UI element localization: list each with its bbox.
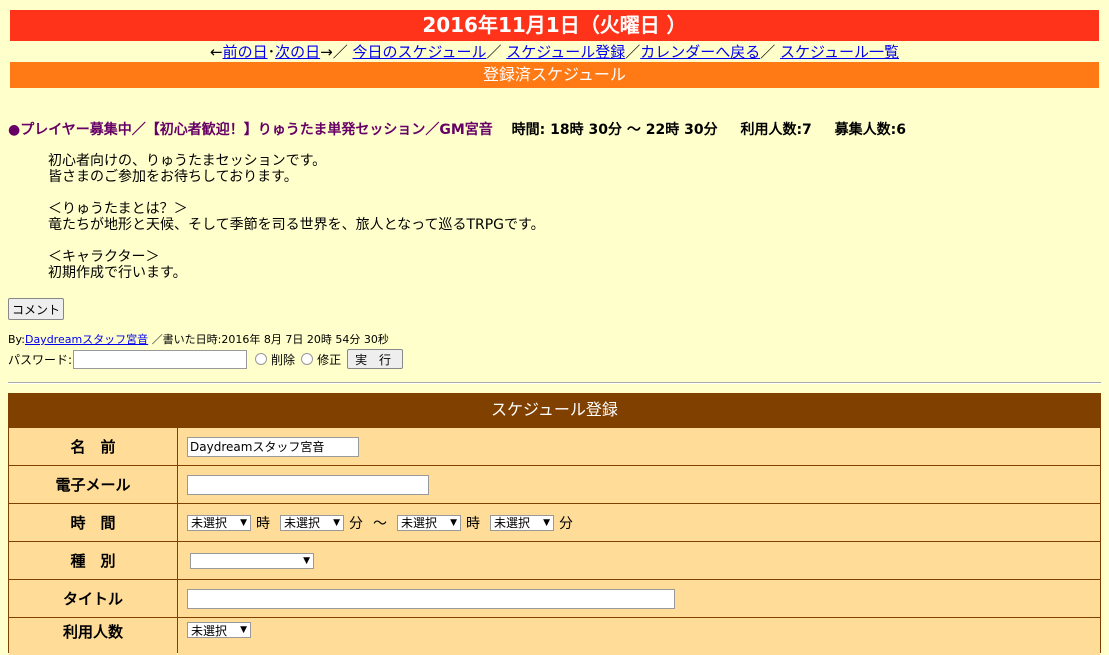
section-title: 登録済スケジュール <box>10 62 1099 88</box>
event-users: 利用人数:7 <box>740 122 812 138</box>
event-recruit: 募集人数:6 <box>834 122 907 138</box>
written-date: ／書いた日時:2016年 8月 7日 20時 54分 30秒 <box>151 333 389 346</box>
byline: By:Daydreamスタッフ宮音 ／書いた日時:2016年 8月 7日 20時… <box>8 333 389 347</box>
time-cell: 未選択 ▼ 時 未選択 ▼ 分 〜 未選択 ▼ 時 未選択 ▼ 分 <box>178 504 1100 541</box>
chevron-down-icon: ▼ <box>333 517 340 528</box>
start-minute-value: 未選択 <box>284 516 321 530</box>
password-label: パスワード: <box>8 352 73 367</box>
minute-unit: 分 <box>349 515 363 532</box>
type-select[interactable]: ▼ <box>190 552 314 569</box>
name-cell <box>178 428 1100 465</box>
next-day-link[interactable]: 次の日 <box>275 43 320 61</box>
event-body: 初心者向けの、りゅうたまセッションです。 皆さまのご参加をお待ちしております。 … <box>48 153 545 281</box>
prev-arrow: ← <box>210 43 223 61</box>
form-row-time: 時 間 未選択 ▼ 時 未選択 ▼ 分 〜 未選択 ▼ 時 未選択 ▼ 分 <box>9 504 1100 541</box>
event-title: ●プレイヤー募集中／【初心者歓迎！】りゅうたま単発セッション／GM宮音 <box>8 122 493 138</box>
form-row-users: 利用人数 未選択 ▼ <box>9 618 1100 655</box>
form-title: スケジュール登録 <box>491 400 618 419</box>
password-row: パスワード: 削除 修正 実 行 <box>8 348 404 370</box>
type-label: 種 別 <box>9 542 177 579</box>
schedule-list-link[interactable]: スケジュール一覧 <box>780 43 899 61</box>
event-time: 時間: 18時 30分 〜 22時 30分 <box>511 122 718 138</box>
by-prefix: By: <box>8 333 25 346</box>
nav-separator: ／ <box>625 43 641 61</box>
email-label: 電子メール <box>9 466 177 503</box>
radio-circle-icon <box>255 353 268 365</box>
divider <box>8 382 1101 384</box>
chevron-down-icon: ▼ <box>543 517 550 528</box>
form-row-title: タイトル <box>9 580 1100 617</box>
delete-radio[interactable]: 削除 <box>255 351 295 368</box>
end-minute-value: 未選択 <box>494 516 531 530</box>
start-hour-select[interactable]: 未選択 ▼ <box>187 514 251 531</box>
edit-label: 修正 <box>317 352 342 367</box>
edit-radio[interactable]: 修正 <box>301 351 341 368</box>
name-label: 名 前 <box>9 428 177 465</box>
calendar-link[interactable]: カレンダーへ戻る <box>640 43 760 61</box>
minute-unit: 分 <box>559 515 573 532</box>
users-value: 未選択 <box>191 623 228 638</box>
comment-button[interactable]: コメント <box>8 298 64 320</box>
next-arrow: → <box>320 43 333 61</box>
users-label: 利用人数 <box>9 618 177 655</box>
chevron-down-icon: ▼ <box>240 517 247 528</box>
password-input[interactable] <box>73 349 248 369</box>
hour-unit: 時 <box>466 515 480 532</box>
nav-separator: ／ <box>486 43 502 61</box>
tilde: 〜 <box>373 515 387 532</box>
nav-dot: ･ <box>267 43 276 61</box>
time-label: 時 間 <box>9 504 177 541</box>
chevron-down-icon: ▼ <box>450 517 457 528</box>
radio-circle-icon <box>301 353 314 365</box>
nav-separator: ／ <box>332 43 348 61</box>
form-row-type: 種 別 ▼ <box>9 542 1100 579</box>
type-cell: ▼ <box>178 542 1100 579</box>
end-hour-value: 未選択 <box>401 516 438 530</box>
date-title: 2016年11月1日（火曜日 ） <box>10 10 1099 41</box>
chevron-down-icon: ▼ <box>240 625 247 635</box>
form-row-name: 名 前 <box>9 428 1100 465</box>
users-cell: 未選択 ▼ <box>178 618 1100 655</box>
execute-button[interactable]: 実 行 <box>347 349 404 369</box>
name-input[interactable] <box>187 436 359 457</box>
end-minute-select[interactable]: 未選択 ▼ <box>490 514 554 531</box>
start-hour-value: 未選択 <box>191 516 228 530</box>
event-meta: 時間: 18時 30分 〜 22時 30分 利用人数:7 募集人数:6 <box>512 122 924 138</box>
chevron-down-icon: ▼ <box>303 555 310 566</box>
form-row-email: 電子メール <box>9 466 1100 503</box>
title-input[interactable] <box>187 588 675 609</box>
delete-label: 削除 <box>271 352 296 367</box>
email-input[interactable] <box>187 474 429 495</box>
users-select[interactable]: 未選択 ▼ <box>187 622 251 638</box>
email-cell <box>178 466 1100 503</box>
hour-unit: 時 <box>256 515 270 532</box>
title-cell <box>178 580 1100 617</box>
schedule-register-link[interactable]: スケジュール登録 <box>506 43 625 61</box>
today-schedule-link[interactable]: 今日のスケジュール <box>353 43 487 61</box>
nav-separator: ／ <box>760 43 776 61</box>
author-link[interactable]: Daydreamスタッフ宮音 <box>25 333 148 346</box>
schedule-form: スケジュール登録 名 前 電子メール 時 間 未選択 ▼ 時 未選択 ▼ 分 〜 未… <box>8 393 1101 655</box>
nav-bar: ←前の日･次の日→／ 今日のスケジュール／ スケジュール登録／カレンダーへ戻る／… <box>10 42 1099 62</box>
title-label: タイトル <box>9 580 177 617</box>
prev-day-link[interactable]: 前の日 <box>223 43 268 61</box>
event-header: ●プレイヤー募集中／【初心者歓迎！】りゅうたま単発セッション／GM宮音 時間: … <box>8 120 1103 140</box>
end-hour-select[interactable]: 未選択 ▼ <box>397 514 461 531</box>
start-minute-select[interactable]: 未選択 ▼ <box>280 514 344 531</box>
